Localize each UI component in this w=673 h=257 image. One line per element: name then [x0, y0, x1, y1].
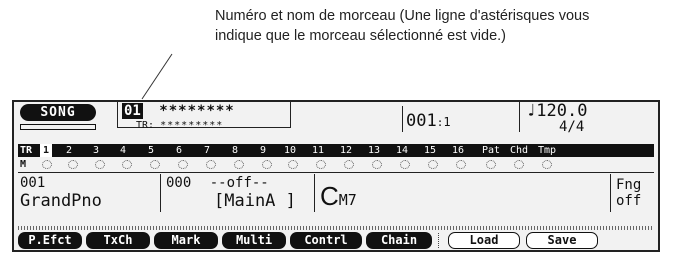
chord-display[interactable]: CM7	[320, 182, 357, 210]
mute-row-label: M	[20, 159, 27, 170]
mute-indicator[interactable]	[68, 160, 78, 169]
mark-button[interactable]: Mark	[154, 232, 218, 249]
pattern-number[interactable]: 000	[166, 175, 191, 191]
mute-indicator[interactable]	[150, 160, 160, 169]
tempo-display: ♩120.0	[526, 102, 587, 120]
measure-display: 001:1	[406, 111, 451, 131]
track-row: TR 1 2 3 4 5 6 7 8 9 10 11 12 13 14 15 1…	[18, 144, 654, 157]
save-button[interactable]: Save	[526, 232, 598, 249]
chain-button[interactable]: Chain	[366, 232, 432, 249]
mute-indicator[interactable]	[542, 160, 552, 169]
track-name: *********	[160, 120, 224, 131]
mute-indicator[interactable]	[316, 160, 326, 169]
multi-button[interactable]: Multi	[222, 232, 286, 249]
track-11[interactable]: 11	[312, 144, 324, 157]
contrl-button[interactable]: Contrl	[290, 232, 362, 249]
mute-indicator[interactable]	[122, 160, 132, 169]
mute-row: M	[18, 158, 654, 171]
track-12[interactable]: 12	[340, 144, 352, 157]
pattern-section[interactable]: [MainA ]	[214, 192, 296, 210]
dotted-separator	[438, 233, 443, 248]
pattern-row: 000 --off--	[166, 176, 269, 191]
track-7[interactable]: 7	[204, 144, 210, 157]
track-15[interactable]: 15	[424, 144, 436, 157]
track-pattern[interactable]: Pat	[482, 144, 500, 157]
track-13[interactable]: 13	[368, 144, 380, 157]
track-3[interactable]: 3	[93, 144, 99, 157]
track-chord[interactable]: Chd	[510, 144, 528, 157]
tempo-note-icon: ♩	[526, 101, 537, 121]
tempo-value: 120.0	[536, 101, 588, 121]
mute-indicator[interactable]	[95, 160, 105, 169]
soft-button-bar: P.Efct TxCh Mark Multi Contrl Chain Load…	[18, 232, 654, 250]
track-name-row: TR: *********	[136, 120, 224, 131]
divider	[160, 174, 161, 212]
load-button[interactable]: Load	[448, 232, 520, 249]
mute-indicator[interactable]	[486, 160, 496, 169]
txch-button[interactable]: TxCh	[86, 232, 150, 249]
mute-indicator[interactable]	[344, 160, 354, 169]
mute-indicator[interactable]	[428, 160, 438, 169]
mute-indicator[interactable]	[288, 160, 298, 169]
chord-type: M7	[338, 191, 357, 209]
pefct-button[interactable]: P.Efct	[18, 232, 82, 249]
track-2[interactable]: 2	[66, 144, 72, 157]
beat-number: 1	[443, 115, 451, 129]
separator-hatch	[18, 226, 654, 230]
song-number-name: 01 ********	[122, 103, 235, 119]
mute-indicator[interactable]	[514, 160, 524, 169]
track-tempo[interactable]: Tmp	[538, 144, 556, 157]
mute-indicator[interactable]	[206, 160, 216, 169]
track-row-label: TR	[20, 145, 33, 156]
track-5[interactable]: 5	[148, 144, 154, 157]
mute-indicator[interactable]	[456, 160, 466, 169]
track-1[interactable]: 1	[40, 144, 53, 157]
mute-indicator[interactable]	[234, 160, 244, 169]
divider	[402, 106, 403, 132]
song-number[interactable]: 01	[122, 103, 143, 119]
track-9[interactable]: 9	[260, 144, 266, 157]
divider	[18, 172, 654, 173]
mute-indicator[interactable]	[262, 160, 272, 169]
track-6[interactable]: 6	[176, 144, 182, 157]
fingering-label: Fng	[616, 177, 642, 193]
track-10[interactable]: 10	[284, 144, 296, 157]
song-progress-bar	[20, 124, 96, 130]
lcd-display: SONG 01 ******** TR: ********* 001:1 ♩12…	[12, 100, 660, 252]
track-4[interactable]: 4	[120, 144, 126, 157]
track-name-label: TR	[136, 120, 149, 131]
divider	[314, 174, 315, 212]
time-signature: 4/4	[559, 119, 585, 135]
track-16[interactable]: 16	[452, 144, 464, 157]
chord-root: C	[320, 181, 339, 211]
voice-number[interactable]: 001	[20, 176, 45, 191]
track-8[interactable]: 8	[232, 144, 238, 157]
mute-indicator[interactable]	[42, 160, 52, 169]
fingering-value[interactable]: off	[616, 194, 641, 209]
divider	[610, 174, 611, 212]
song-name[interactable]: ********	[159, 103, 234, 119]
pattern-status: --off--	[209, 175, 269, 191]
measure-number: 001	[406, 111, 437, 131]
track-14[interactable]: 14	[396, 144, 408, 157]
divider	[519, 102, 520, 132]
song-mode-badge: SONG	[20, 104, 96, 121]
mute-indicator[interactable]	[178, 160, 188, 169]
voice-name[interactable]: GrandPno	[20, 192, 102, 210]
mute-indicator[interactable]	[400, 160, 410, 169]
mute-indicator[interactable]	[372, 160, 382, 169]
